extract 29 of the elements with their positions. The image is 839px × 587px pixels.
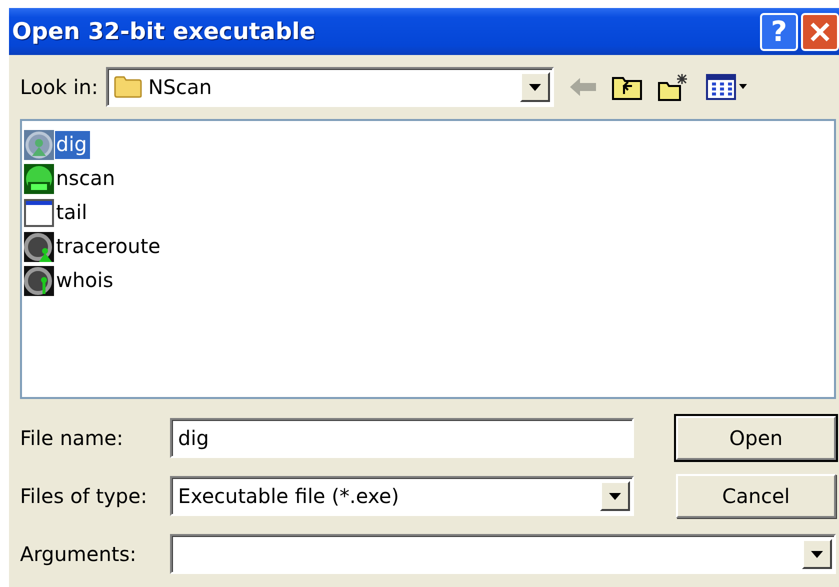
look-in-dropdown[interactable]: NScan bbox=[106, 67, 554, 107]
folder-icon bbox=[114, 76, 142, 98]
arguments-label: Arguments: bbox=[20, 542, 138, 566]
up-folder-icon[interactable] bbox=[612, 74, 642, 100]
window-icon bbox=[24, 198, 54, 228]
dropdown-arrow-icon bbox=[609, 492, 621, 500]
file-item[interactable]: nscan bbox=[55, 165, 118, 193]
cancel-button[interactable]: Cancel bbox=[676, 474, 836, 518]
file-name-label: File name: bbox=[20, 426, 124, 450]
globe-icon bbox=[24, 232, 54, 262]
close-icon bbox=[808, 20, 832, 44]
file-item[interactable]: whois bbox=[55, 267, 116, 295]
open-button[interactable]: Open bbox=[676, 416, 836, 460]
globe-icon bbox=[24, 130, 54, 160]
dropdown-arrow-icon bbox=[811, 550, 823, 558]
dropdown-arrow-icon bbox=[529, 84, 542, 90]
file-type-dropdown[interactable]: Executable file (*.exe) bbox=[170, 476, 634, 516]
file-item[interactable]: traceroute bbox=[55, 233, 164, 261]
file-item[interactable]: dig bbox=[55, 131, 90, 159]
file-name-field[interactable]: dig bbox=[170, 418, 634, 458]
view-menu-icon[interactable] bbox=[706, 74, 748, 100]
close-button[interactable] bbox=[801, 12, 839, 50]
file-item[interactable]: tail bbox=[55, 199, 90, 227]
arguments-dropdown[interactable] bbox=[170, 534, 836, 574]
look-in-label: Look in: bbox=[20, 75, 98, 99]
globe-icon bbox=[24, 266, 54, 296]
help-button[interactable]: ? bbox=[760, 12, 798, 50]
file-type-label: Files of type: bbox=[20, 484, 148, 508]
window-title: Open 32-bit executable bbox=[12, 18, 316, 44]
